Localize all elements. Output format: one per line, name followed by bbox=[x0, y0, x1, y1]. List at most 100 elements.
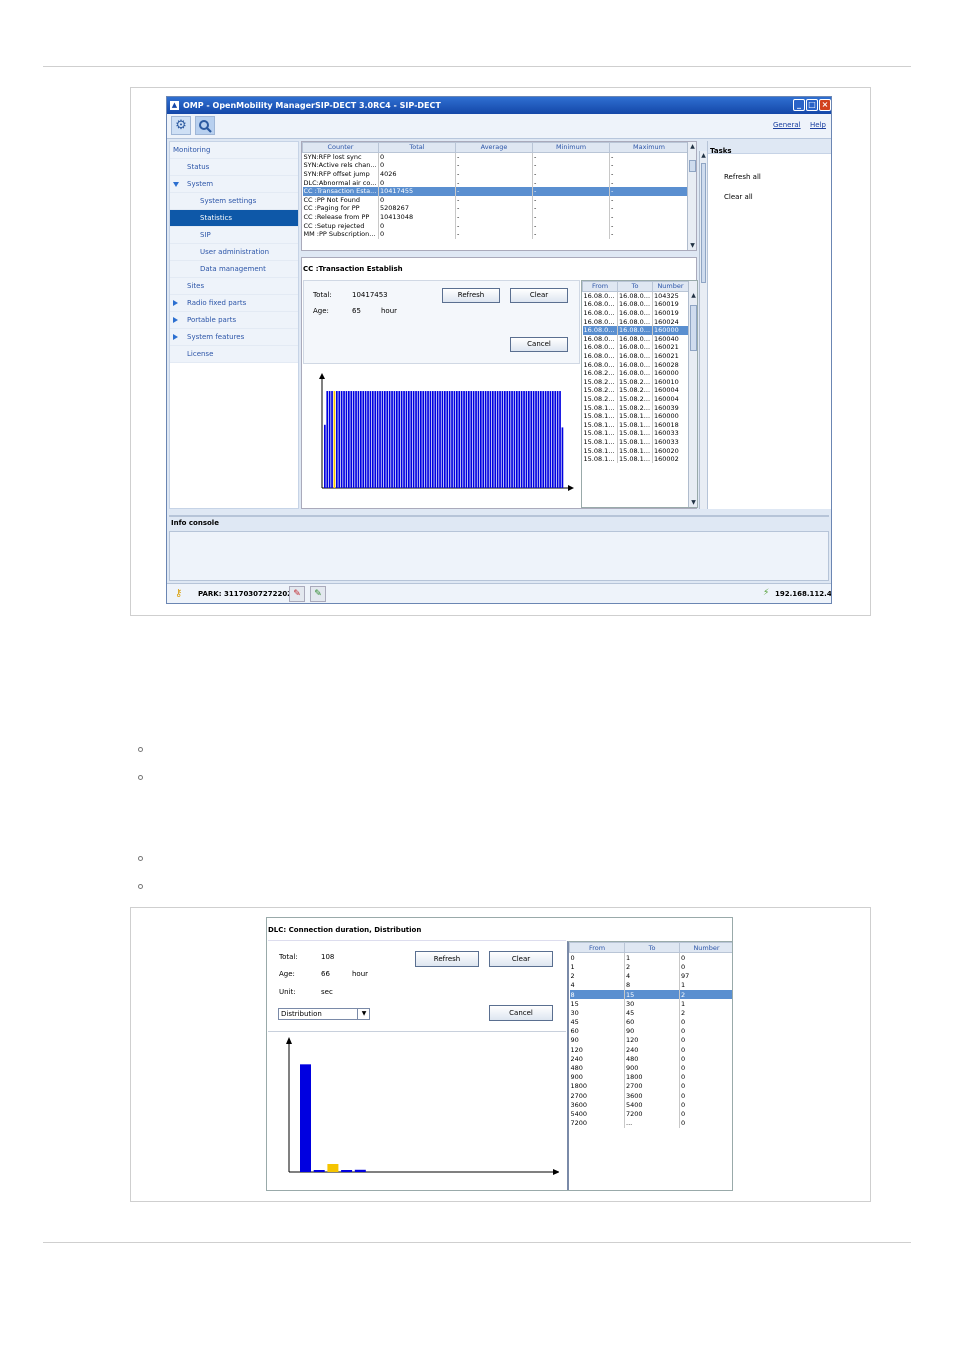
refresh-button[interactable]: Refresh bbox=[415, 951, 479, 967]
table-row[interactable]: 2 4 97 bbox=[569, 971, 732, 981]
expand-right-icon[interactable] bbox=[173, 334, 178, 340]
table-row[interactable]: 16.08.0... 16.08.0... 160019 bbox=[582, 300, 689, 309]
table-row[interactable]: 16.08.0... 16.08.0... 160040 bbox=[582, 334, 689, 344]
table-row[interactable]: 120 bbox=[569, 962, 732, 972]
table-row[interactable]: 45 60 0 bbox=[569, 1017, 732, 1027]
table-row[interactable]: MM :PP Subscription... 0- - - bbox=[302, 229, 689, 239]
nav-item[interactable]: User administration bbox=[170, 244, 298, 261]
table-row[interactable]: 010 bbox=[569, 952, 732, 963]
clear-button[interactable]: Clear bbox=[510, 288, 568, 303]
nav-item[interactable]: Portable parts bbox=[170, 312, 298, 329]
distribution-dropdown[interactable]: Distribution ▼ bbox=[278, 1008, 370, 1020]
table-row[interactable]: 15 30 1 bbox=[569, 999, 732, 1009]
column-header[interactable]: Number bbox=[652, 281, 689, 292]
counter-table-scrollbar[interactable]: ▲ ▼ bbox=[687, 142, 696, 250]
cancel-button[interactable]: Cancel bbox=[489, 1005, 553, 1021]
clear-button[interactable]: Clear bbox=[489, 951, 553, 967]
clear-all-task[interactable]: Clear all bbox=[724, 193, 753, 201]
nav-item[interactable]: Statistics bbox=[170, 210, 298, 227]
nav-item[interactable]: Status bbox=[170, 159, 298, 176]
column-header[interactable]: Number bbox=[679, 942, 732, 954]
interval-table-scrollbar[interactable]: ▲ ▼ bbox=[688, 281, 697, 507]
scroll-down-icon[interactable]: ▼ bbox=[689, 498, 697, 507]
table-row[interactable]: 15.08.1... 15.08.1... 160018 bbox=[582, 420, 689, 430]
table-row[interactable]: 15.08.1... 15.08.1... 160033 bbox=[582, 437, 689, 447]
scroll-up-icon[interactable]: ▲ bbox=[700, 151, 707, 160]
table-row[interactable]: 15.08.1... 15.08.1... 160033 bbox=[582, 429, 689, 438]
table-row[interactable]: 16.08.0... 16.08.0... 160021 bbox=[582, 351, 689, 361]
table-row[interactable]: 15.08.2... 15.08.2... 160010 bbox=[582, 377, 689, 387]
table-row[interactable]: 240 480 0 bbox=[569, 1054, 732, 1064]
refresh-button[interactable]: Refresh bbox=[442, 288, 500, 303]
table-row[interactable]: 481 bbox=[569, 980, 732, 990]
table-row[interactable]: 15.08.1... 15.08.1... 160000 bbox=[582, 411, 689, 421]
table-row[interactable]: 90 120 0 bbox=[569, 1035, 732, 1046]
table-row[interactable]: CC :Setup rejected 0- - - bbox=[302, 221, 689, 230]
nav-item[interactable]: Sites bbox=[170, 278, 298, 295]
column-header[interactable]: Maximum bbox=[609, 142, 689, 153]
table-row[interactable]: 15.08.1... 15.08.1... 160002 bbox=[582, 454, 689, 464]
table-row[interactable]: 120 240 0 bbox=[569, 1045, 732, 1055]
table-row[interactable]: 16.08.0... 16.08.0... 104325 bbox=[582, 291, 689, 301]
chevron-down-icon[interactable]: ▼ bbox=[357, 1009, 370, 1019]
table-row[interactable]: 16.08.0... 16.08.0... 160000 bbox=[582, 325, 689, 335]
expand-right-icon[interactable] bbox=[173, 317, 178, 323]
table-row[interactable]: 7200... 0 bbox=[569, 1118, 732, 1128]
table-row[interactable]: 30 45 2 bbox=[569, 1008, 732, 1018]
table-row[interactable]: SYN:RFP offset jump 4026- - - bbox=[302, 169, 689, 179]
table-row[interactable]: 16.08.2... 16.08.0... 160000 bbox=[582, 368, 689, 378]
nav-item[interactable]: Data management bbox=[170, 261, 298, 278]
column-header[interactable]: Average bbox=[455, 142, 533, 153]
close-icon[interactable]: × bbox=[819, 99, 831, 111]
table-row[interactable]: DLC:Abnormal air co... 0- - - bbox=[302, 178, 689, 187]
column-header[interactable]: To bbox=[624, 942, 680, 954]
table-row[interactable]: CC :Paging for PP 5208267- - - bbox=[302, 204, 689, 213]
table-row[interactable]: 15.08.2... 15.08.2... 160004 bbox=[582, 394, 689, 404]
expand-right-icon[interactable] bbox=[173, 300, 178, 306]
general-link[interactable]: General bbox=[773, 121, 801, 129]
nav-item[interactable]: Monitoring bbox=[170, 142, 298, 159]
scroll-thumb[interactable] bbox=[689, 160, 696, 172]
phone-red-icon[interactable]: ✎ bbox=[289, 586, 305, 602]
table-row[interactable]: 1800 2700 0 bbox=[569, 1081, 732, 1091]
table-row[interactable]: 16.08.0... 16.08.0... 160019 bbox=[582, 308, 689, 318]
minimize-icon[interactable]: _ bbox=[793, 99, 805, 111]
scroll-thumb[interactable] bbox=[690, 305, 697, 351]
nav-item[interactable]: Radio fixed parts bbox=[170, 295, 298, 312]
nav-item[interactable]: SIP bbox=[170, 227, 298, 244]
nav-item[interactable]: System features bbox=[170, 329, 298, 346]
table-row[interactable]: 15.08.1... 15.08.1... 160020 bbox=[582, 446, 689, 455]
table-row[interactable]: 480 900 0 bbox=[569, 1063, 732, 1073]
refresh-all-task[interactable]: Refresh all bbox=[724, 173, 761, 181]
table-row[interactable]: 15.08.1... 15.08.2... 160039 bbox=[582, 403, 689, 412]
nav-item[interactable]: System bbox=[170, 176, 298, 193]
table-row[interactable]: 5400 7200 0 bbox=[569, 1109, 732, 1119]
table-row[interactable]: 16.08.0... 16.08.0... 160024 bbox=[582, 317, 689, 326]
table-row[interactable]: CC :Transaction Esta... 10417455- - - bbox=[302, 186, 689, 196]
table-row[interactable]: 16.08.0... 16.08.0... 160028 bbox=[582, 360, 689, 369]
scroll-up-icon[interactable]: ▲ bbox=[688, 142, 696, 151]
table-row[interactable]: CC :Release from PP 10413048- - - bbox=[302, 212, 689, 222]
table-row[interactable]: 16.08.0... 16.08.0... 160021 bbox=[582, 343, 689, 352]
table-row[interactable]: CC :PP Not Found 0- - - bbox=[302, 195, 689, 205]
cancel-button[interactable]: Cancel bbox=[510, 337, 568, 352]
nav-item[interactable]: License bbox=[170, 346, 298, 363]
scroll-thumb[interactable] bbox=[701, 163, 706, 283]
phone-green-icon[interactable]: ✎ bbox=[310, 586, 326, 602]
gear-icon[interactable]: ⚙ bbox=[171, 116, 191, 135]
table-row[interactable]: 8 15 2 bbox=[569, 989, 732, 1000]
column-header[interactable]: Minimum bbox=[532, 142, 610, 153]
table-row[interactable]: 900 1800 0 bbox=[569, 1072, 732, 1082]
scroll-up-icon[interactable]: ▲ bbox=[689, 291, 697, 300]
expand-down-icon[interactable] bbox=[173, 182, 179, 187]
column-header[interactable]: Counter bbox=[302, 142, 379, 153]
help-link[interactable]: Help bbox=[810, 121, 826, 129]
column-header[interactable]: Total bbox=[378, 142, 456, 153]
table-row[interactable]: SYN:RFP lost sync 0- - - bbox=[302, 152, 689, 162]
table-row[interactable]: 15.08.2... 15.08.2... 160004 bbox=[582, 386, 689, 395]
nav-item[interactable]: System settings bbox=[170, 193, 298, 210]
search-icon[interactable] bbox=[195, 116, 215, 135]
table-row[interactable]: SYN:Active rels chan... 0- - - bbox=[302, 161, 689, 170]
column-header[interactable]: To bbox=[617, 281, 653, 292]
table-row[interactable]: 2700 3600 0 bbox=[569, 1091, 732, 1101]
